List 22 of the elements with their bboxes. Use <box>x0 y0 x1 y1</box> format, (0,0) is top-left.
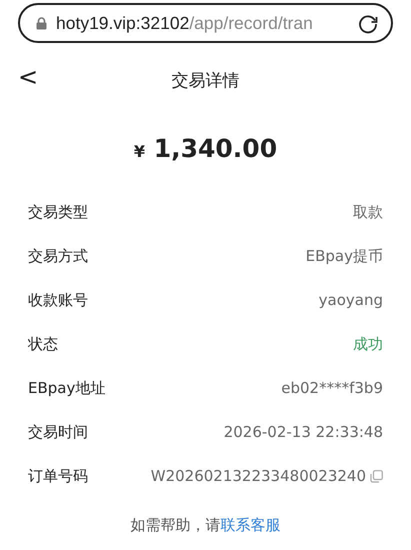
help-text: 如需帮助，请 <box>130 516 220 534</box>
lock-icon <box>36 16 47 30</box>
detail-value: W202602132233480023240 <box>150 467 366 485</box>
url-text: hoty19.vip:32102/app/record/tran <box>56 12 314 34</box>
address-bar[interactable]: hoty19.vip:32102/app/record/tran <box>18 3 393 43</box>
detail-value: eb02****f3b9 <box>281 379 383 397</box>
contact-support-link[interactable]: 联系客服 <box>220 516 280 534</box>
detail-value: EBpay提币 <box>306 246 383 266</box>
detail-value: 成功 <box>353 334 383 354</box>
amount-text: ¥ 1,340.00 <box>132 133 278 165</box>
detail-value: yaoyang <box>318 291 383 309</box>
detail-label: 交易时间 <box>28 422 88 442</box>
back-button[interactable]: < <box>14 63 42 91</box>
detail-label: 收款账号 <box>28 290 88 310</box>
detail-value: 2026-02-13 22:33:48 <box>224 423 383 441</box>
page-title: 交易详情 <box>172 70 240 92</box>
detail-label: 订单号码 <box>28 466 88 486</box>
detail-label: 状态 <box>28 334 58 354</box>
detail-label: 交易类型 <box>28 202 88 222</box>
detail-label: 交易方式 <box>28 246 88 266</box>
detail-value: 取款 <box>353 202 383 222</box>
detail-label: EBpay地址 <box>28 378 106 398</box>
